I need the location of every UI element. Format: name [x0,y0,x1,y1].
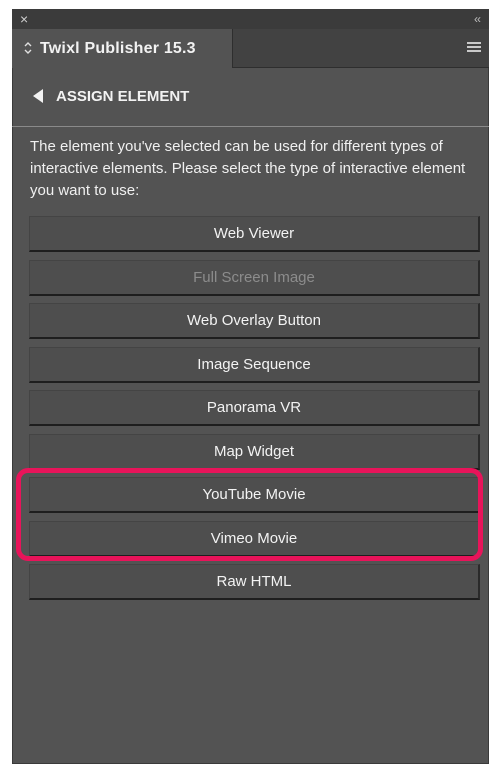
tab-twixl-publisher[interactable]: Twixl Publisher 15.3 [12,29,233,68]
map-widget-button[interactable]: Map Widget [29,433,480,470]
web-overlay-button-button[interactable]: Web Overlay Button [29,303,480,339]
image-sequence-button[interactable]: Image Sequence [29,346,480,383]
web-viewer-button[interactable]: Web Viewer [29,216,480,252]
section-title: ASSIGN ELEMENT [56,88,190,105]
hamburger-menu-icon[interactable] [467,42,481,54]
twixl-panel: × ‹‹ Twixl Publisher 15.3 ASSIGN ELEMENT… [12,9,489,764]
tab-title: Twixl Publisher 15.3 [40,40,196,57]
back-triangle-icon[interactable] [32,88,44,104]
panel-tab-row: Twixl Publisher 15.3 [12,29,489,68]
collapse-icon[interactable]: ‹‹ [474,9,481,29]
raw-html-button[interactable]: Raw HTML [29,564,480,600]
vimeo-movie-button[interactable]: Vimeo Movie [29,520,480,557]
section-header: ASSIGN ELEMENT [12,68,489,127]
panel-title-bar: × ‹‹ [12,9,489,29]
panorama-vr-button[interactable]: Panorama VR [29,390,480,426]
full-screen-image-button: Full Screen Image [29,259,480,296]
youtube-movie-button[interactable]: YouTube Movie [29,477,480,513]
up-down-chevron-icon [24,42,32,54]
element-type-list: Web Viewer Full Screen Image Web Overlay… [29,216,480,608]
instructions-text: The element you've selected can be used … [30,138,466,199]
close-icon[interactable]: × [20,9,28,29]
